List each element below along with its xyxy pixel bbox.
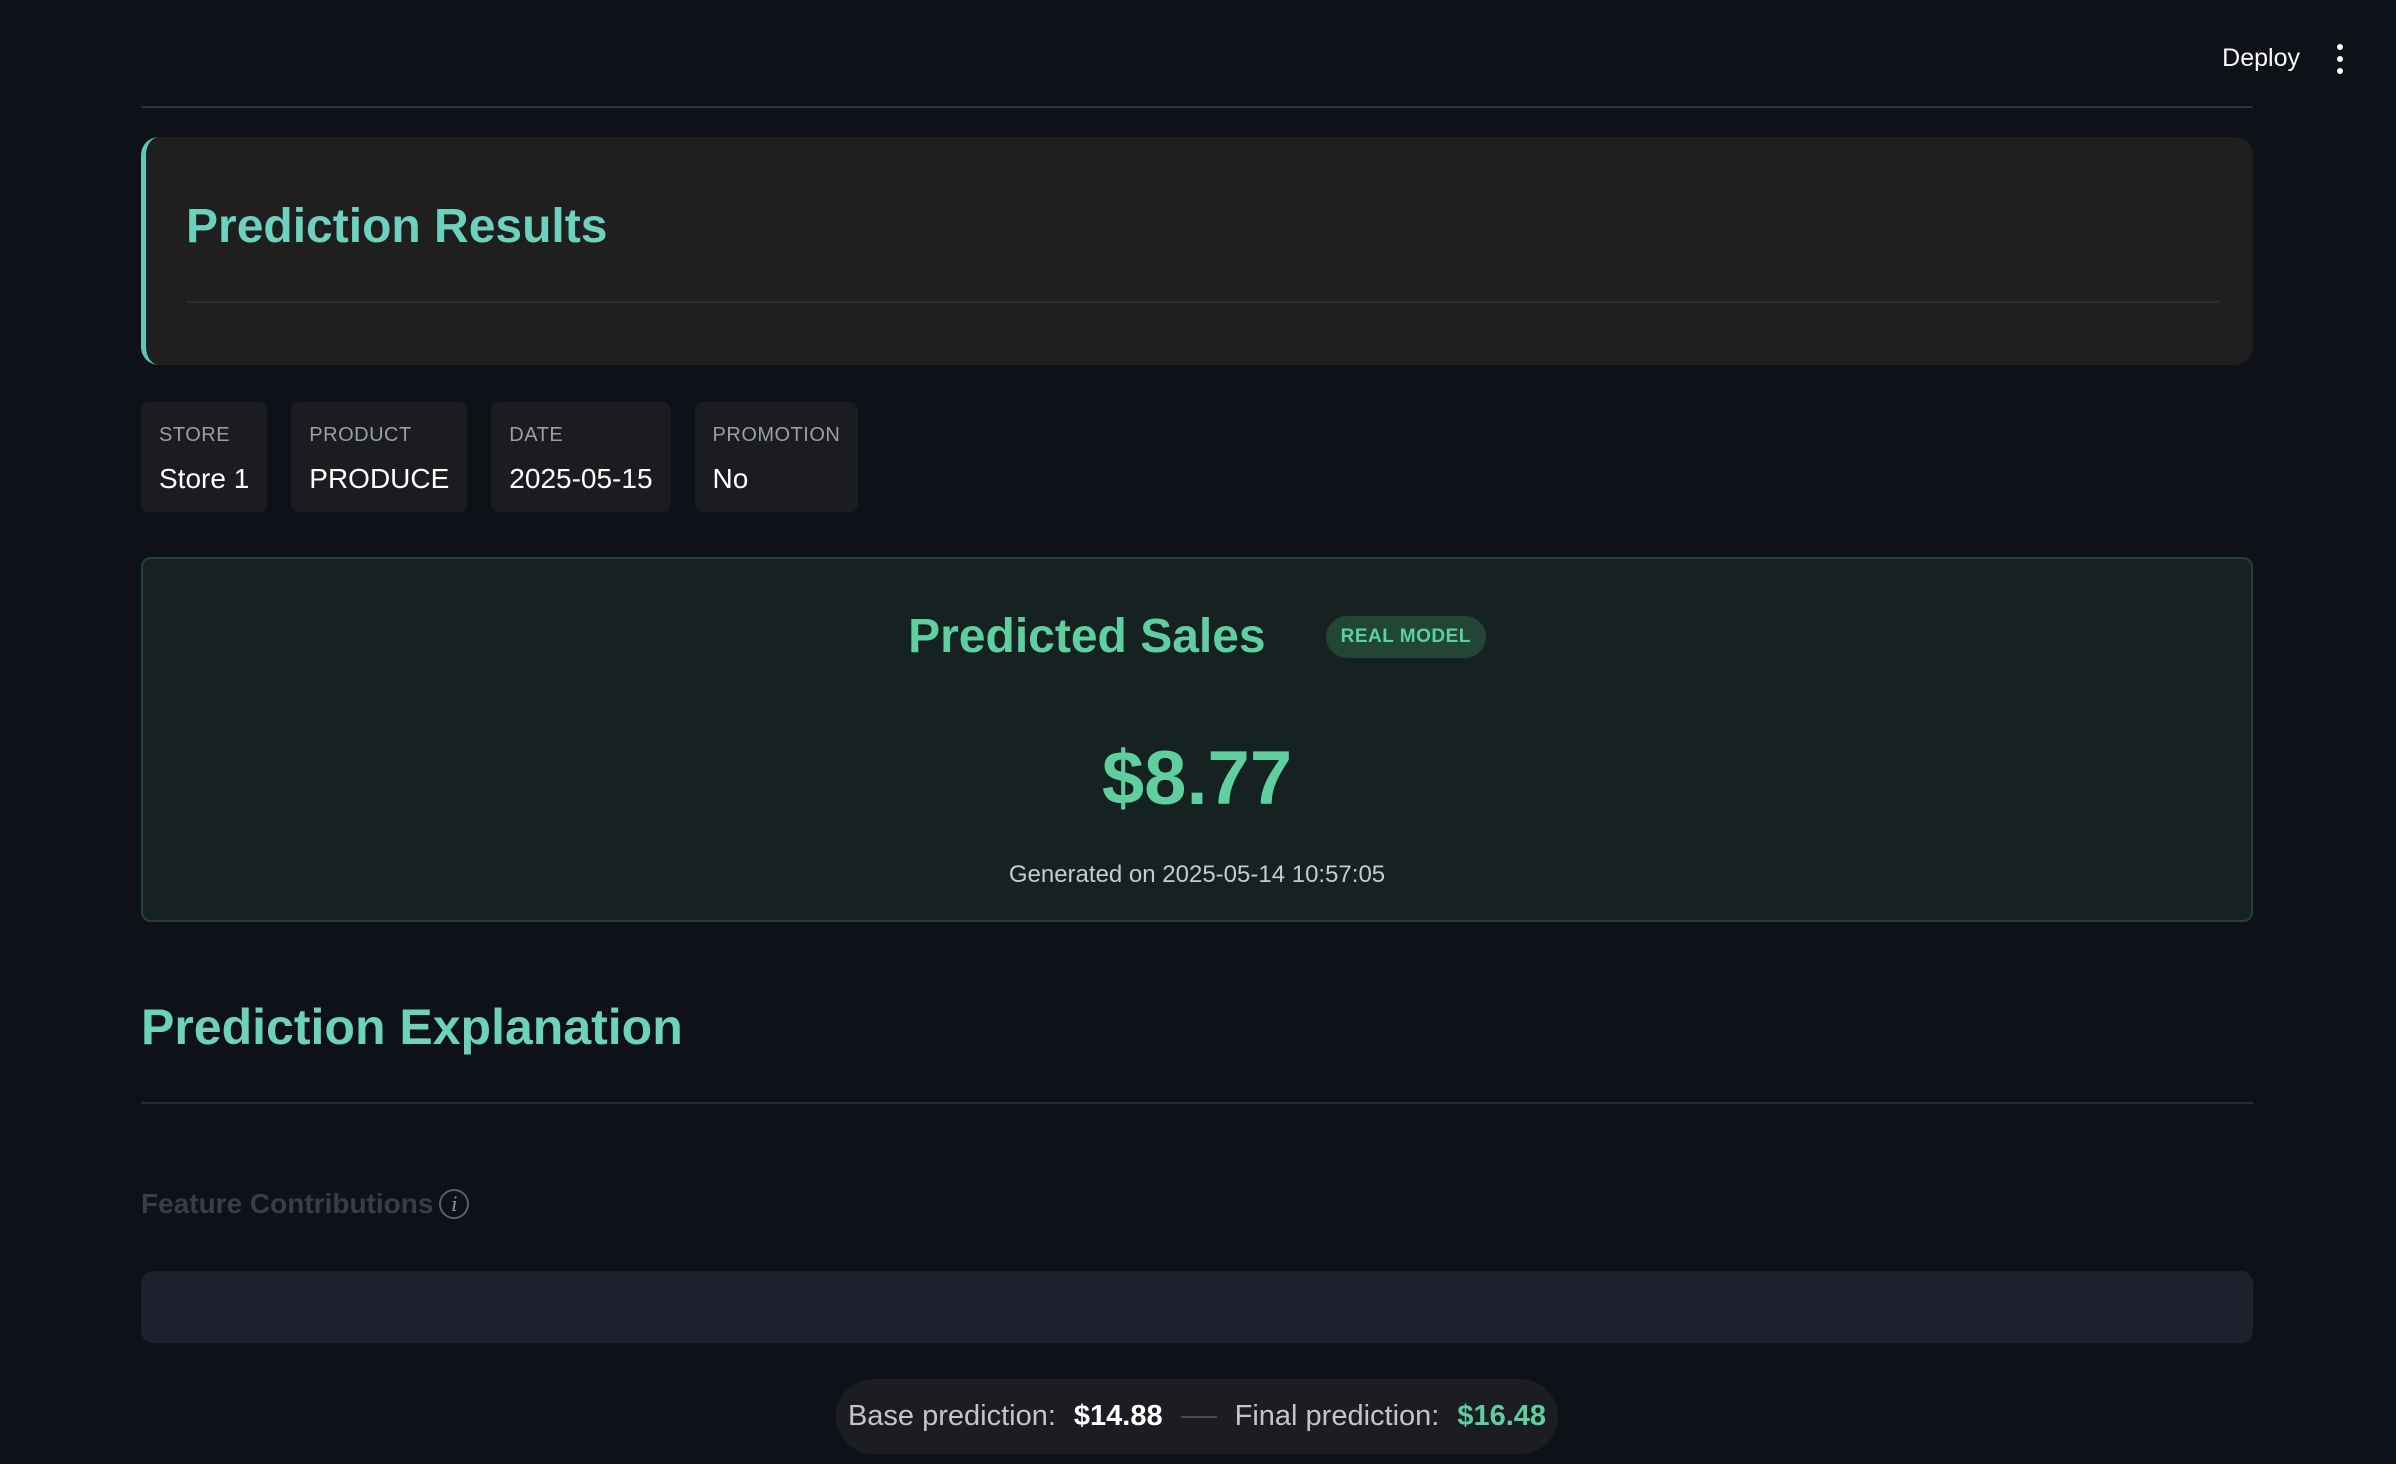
date-label: DATE [509,424,564,446]
store-label: STORE [159,424,231,446]
feature-contributions-header: Feature Contributions i [141,1188,470,1220]
prediction-info-chips: STORE Store 1 PRODUCT PRODUCE DATE 2025-… [141,402,859,512]
base-prediction-label: Base prediction: [847,1400,1056,1432]
feature-contributions-chart [141,1271,2253,1343]
generated-timestamp: Generated on 2025-05-14 10:57:05 [1008,861,1386,888]
predicted-sales-card: Predicted Sales REAL MODEL $8.77 Generat… [141,557,2253,922]
app-page: Deploy Prediction Results STORE Store 1 … [0,0,2396,1464]
more-vertical-icon[interactable] [2332,44,2348,74]
product-chip: PRODUCT PRODUCE [291,402,468,512]
explanation-divider [141,1102,2253,1104]
prediction-results-card: Prediction Results [141,137,2253,365]
results-divider [186,301,2219,303]
prediction-results-title: Prediction Results [186,200,608,253]
predicted-sales-value: $8.77 [1101,736,1293,821]
feature-contributions-label: Feature Contributions [141,1188,434,1219]
summary-separator [1180,1415,1217,1418]
app-header: Deploy [0,0,2396,120]
sales-header: Predicted Sales REAL MODEL [143,609,2251,664]
promotion-chip: PROMOTION No [694,402,859,512]
promotion-label: PROMOTION [712,424,841,446]
store-value: Store 1 [159,463,250,494]
promotion-value: No [712,463,749,494]
deploy-button[interactable]: Deploy [2216,40,2306,77]
prediction-summary-pill: Base prediction: $14.88 Final prediction… [836,1379,1558,1454]
final-prediction-value: $16.48 [1457,1400,1547,1432]
final-prediction-label: Final prediction: [1234,1400,1440,1432]
product-label: PRODUCT [309,424,412,446]
model-badge: REAL MODEL [1325,615,1486,658]
info-icon[interactable]: i [439,1189,470,1219]
product-value: PRODUCE [309,463,450,494]
predicted-sales-title: Predicted Sales [908,610,1266,663]
prediction-explanation-title: Prediction Explanation [141,999,683,1055]
base-prediction-value: $14.88 [1073,1400,1163,1432]
top-divider [141,106,2253,108]
date-value: 2025-05-15 [509,463,653,494]
date-chip: DATE 2025-05-15 [491,402,671,512]
store-chip: STORE Store 1 [141,402,268,512]
